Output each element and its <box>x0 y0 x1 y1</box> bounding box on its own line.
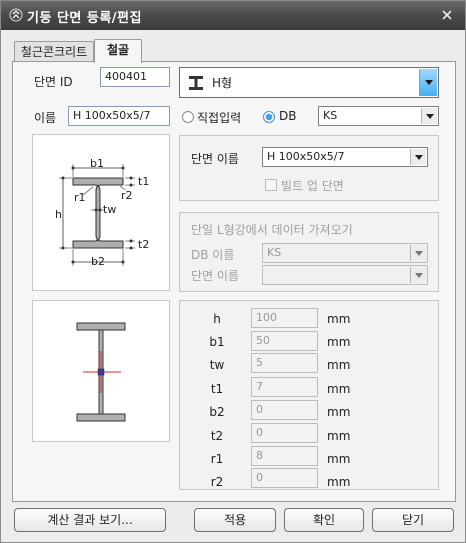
dim-label-tw: tw <box>103 203 117 216</box>
ok-label: 확인 <box>312 513 336 527</box>
dim-r2-input[interactable]: 0 <box>251 468 318 488</box>
dim-tw-unit: mm <box>327 358 351 372</box>
dim-h-label: h <box>213 312 221 326</box>
dropdown-arrow-icon[interactable] <box>419 69 437 96</box>
dim-b2-input[interactable]: 0 <box>251 400 318 420</box>
dim-label-t2: t2 <box>138 238 150 251</box>
import-db-name-select[interactable]: KS <box>262 243 428 263</box>
dim-t2-input[interactable]: 0 <box>251 423 318 443</box>
import-db-name-value: KS <box>267 246 282 259</box>
ok-button[interactable]: 확인 <box>284 508 364 532</box>
apply-label: 적용 <box>223 513 247 527</box>
tab-reinforced-concrete[interactable]: 철근콘크리트 <box>14 41 94 63</box>
shape-type-value: H형 <box>212 76 233 90</box>
import-db-name-label: DB 이름 <box>191 248 235 262</box>
dim-t1-label: t1 <box>210 382 224 396</box>
dim-t2-label: t2 <box>210 429 224 443</box>
section-dimension-diagram: b1 t1 r1 r2 h tw t2 b2 <box>32 134 170 291</box>
title-bar[interactable]: 기둥 단면 등록/편집 <box>1 1 465 30</box>
section-name-select[interactable]: H 100x50x5/7 <box>262 147 428 167</box>
section-id-input[interactable]: 400401 <box>100 67 170 87</box>
dropdown-arrow-icon[interactable] <box>410 149 426 165</box>
view-calc-result-label: 계산 결과 보기... <box>47 513 133 527</box>
builtup-checkbox[interactable] <box>265 179 277 191</box>
dropdown-arrow-icon[interactable] <box>421 108 437 124</box>
close-icon[interactable] <box>439 7 455 23</box>
dialog-window: 기둥 단면 등록/편집 철근콘크리트 철골 단면 ID 400401 H형 이름… <box>0 0 466 543</box>
dim-tw-input[interactable]: 5 <box>251 353 318 373</box>
dim-label-b2: b2 <box>91 255 105 268</box>
tab-steel[interactable]: 철골 <box>94 39 142 63</box>
dropdown-arrow-icon[interactable] <box>410 267 426 283</box>
dim-label-b1: b1 <box>90 157 104 170</box>
window-title: 기둥 단면 등록/편집 <box>27 11 142 26</box>
close-button[interactable]: 닫기 <box>372 508 454 532</box>
dim-label-r2: r2 <box>121 189 133 202</box>
dim-r2-unit: mm <box>327 475 351 489</box>
db-label: DB <box>279 109 297 123</box>
section-id-label: 단면 ID <box>34 75 73 89</box>
dim-b1-label: b1 <box>209 335 225 349</box>
import-group-title: 단일 L형강에서 데이터 가져오기 <box>191 223 353 237</box>
dim-label-h: h <box>55 208 62 221</box>
dim-r2-label: r2 <box>210 475 224 489</box>
import-section-name-label: 단면 이름 <box>191 269 239 283</box>
dim-tw-label: tw <box>209 358 225 372</box>
tab-label: 철골 <box>106 43 130 57</box>
dim-b2-unit: mm <box>327 405 351 419</box>
name-input[interactable]: H 100x50x5/7 <box>68 106 170 126</box>
dim-t1-unit: mm <box>327 382 351 396</box>
dim-h-input[interactable]: 100 <box>251 308 318 328</box>
db-radio[interactable] <box>263 111 275 123</box>
dim-r1-label: r1 <box>210 452 224 466</box>
dim-b1-input[interactable]: 50 <box>251 331 318 351</box>
builtup-label: 빌트 업 단면 <box>281 179 344 193</box>
section-name-value: H 100x50x5/7 <box>267 150 345 163</box>
db-select[interactable]: KS <box>318 106 439 126</box>
dim-b1-unit: mm <box>327 335 351 349</box>
tab-label: 철근콘크리트 <box>20 45 88 59</box>
section-preview <box>32 300 170 442</box>
name-label: 이름 <box>34 111 57 125</box>
h-section-preview-drawing <box>76 322 126 422</box>
close-label: 닫기 <box>401 513 425 527</box>
section-name-label: 단면 이름 <box>191 152 239 166</box>
dim-label-t1: t1 <box>138 175 150 188</box>
apply-button[interactable]: 적용 <box>194 508 276 532</box>
dropdown-arrow-icon[interactable] <box>410 245 426 261</box>
dim-t1-input[interactable]: 7 <box>251 377 318 397</box>
db-select-value: KS <box>323 109 338 122</box>
dim-r1-input[interactable]: 8 <box>251 446 318 466</box>
dim-h-unit: mm <box>327 312 351 326</box>
direct-input-label: 직접입력 <box>197 111 242 125</box>
view-calc-result-button[interactable]: 계산 결과 보기... <box>14 508 166 532</box>
dim-t2-unit: mm <box>327 429 351 443</box>
shape-type-select[interactable]: H형 <box>179 67 439 98</box>
h-beam-icon <box>189 76 203 90</box>
direct-input-radio[interactable] <box>182 111 194 123</box>
dim-b2-label: b2 <box>209 405 225 419</box>
dim-label-r1: r1 <box>74 191 86 204</box>
dim-r1-unit: mm <box>327 452 351 466</box>
collapse-chevron-icon[interactable] <box>9 8 23 22</box>
import-section-name-select[interactable] <box>262 265 428 285</box>
